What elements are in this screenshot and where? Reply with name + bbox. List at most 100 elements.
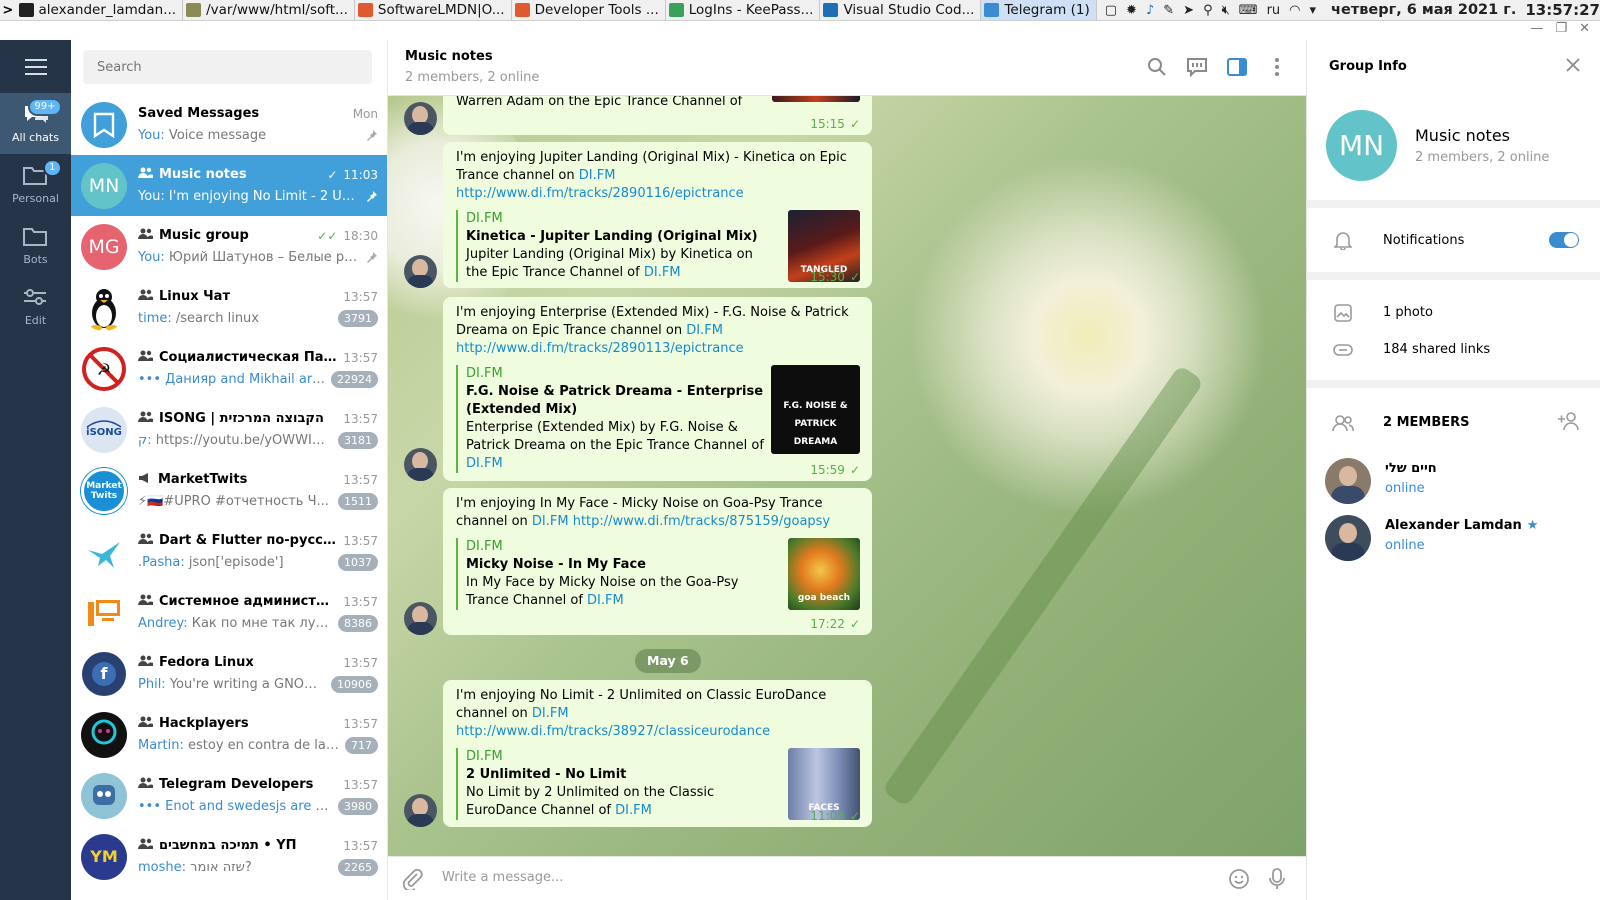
message-bubble[interactable]: I'm enjoying No Limit - 2 Unlimited on C… bbox=[443, 680, 872, 827]
microphone-icon bbox=[1269, 868, 1285, 889]
chat-list-item[interactable]: MN Music notes ✓ 11:03 You: I'm enjoying No … bbox=[71, 155, 387, 216]
language-indicator[interactable]: ru bbox=[1267, 3, 1281, 18]
window-icon[interactable]: ▢ bbox=[1105, 3, 1117, 18]
chat-list-item[interactable]: Dart & Flutter по-русски 13:57 .Pasha: jso… bbox=[71, 521, 387, 582]
links-row[interactable]: 184 shared links bbox=[1307, 331, 1600, 368]
message-bubble[interactable]: I'm enjoying In My Face - Micky Noise on… bbox=[443, 488, 872, 635]
keyboard-icon[interactable]: ⌨ bbox=[1239, 3, 1258, 18]
message-url[interactable]: http://www.di.fm/tracks/875159/goapsy bbox=[573, 514, 830, 529]
chat-list-item[interactable]: Saved Messages Mon You: Voice message bbox=[71, 94, 387, 155]
close-window-icon[interactable]: ✕ bbox=[1579, 21, 1590, 40]
pin-icon[interactable]: ⚲ bbox=[1203, 3, 1213, 18]
chat-list-item[interactable]: Market Twits MarketTwits 13:57 ⚡🇷🇺#UPRO #от… bbox=[71, 460, 387, 521]
minimize-icon[interactable]: — bbox=[1530, 21, 1543, 40]
main-menu-button[interactable] bbox=[0, 40, 71, 93]
taskbar-task[interactable]: Telegram (1) bbox=[981, 0, 1097, 20]
photos-row[interactable]: 1 photo bbox=[1307, 294, 1600, 331]
folder-bots[interactable]: Bots bbox=[0, 215, 71, 276]
folder-all-chats[interactable]: 99+ All chats bbox=[0, 93, 71, 154]
preview-thumbnail[interactable]: goa beach bbox=[788, 538, 860, 610]
message-url[interactable]: http://www.di.fm/tracks/2890116/epictran… bbox=[456, 186, 744, 201]
link-preview[interactable]: DI.FM 2 Unlimited - No Limit No Limit by 2… bbox=[456, 748, 860, 820]
send-icon[interactable]: ➤ bbox=[1183, 3, 1194, 18]
chat-list-item[interactable]: YM תמיכה במחשבים • ΥΠ 13:57 moshe: שזה אומר… bbox=[71, 826, 387, 887]
sender-avatar[interactable] bbox=[404, 794, 437, 827]
emoji-button[interactable] bbox=[1228, 868, 1250, 894]
tray-menu-icon[interactable]: ▾ bbox=[1310, 3, 1317, 18]
search-chat-button[interactable] bbox=[1146, 56, 1168, 78]
folder-label: Edit bbox=[24, 314, 47, 327]
folder-edit[interactable]: Edit bbox=[0, 276, 71, 337]
group-icon bbox=[138, 289, 153, 304]
terminal-prompt-icon[interactable]: > bbox=[0, 3, 16, 18]
taskbar-task[interactable]: Visual Studio Cod... bbox=[820, 0, 982, 20]
chat-time: 13:57 bbox=[343, 716, 378, 731]
link-preview[interactable]: DI.FM Kinetica - Jupiter Landing (Origina… bbox=[456, 210, 860, 282]
chat-list-item[interactable]: Linux Чат 13:57 time: /search linux 3791 bbox=[71, 277, 387, 338]
tiktok-icon[interactable]: ♪ bbox=[1146, 3, 1154, 18]
more-options-button[interactable] bbox=[1266, 56, 1288, 78]
sender-avatar[interactable] bbox=[404, 448, 437, 481]
close-info-button[interactable] bbox=[1565, 57, 1581, 77]
search-input[interactable] bbox=[83, 50, 372, 84]
message-bubble[interactable]: Warren Adam on the Epic Trance Channel o… bbox=[443, 96, 872, 135]
taskbar-task[interactable]: LogIns - KeePass... bbox=[666, 0, 821, 20]
chat-list-item[interactable]: iSONG ISONG | הקבוצה המרכזית 13:57 ק: https… bbox=[71, 399, 387, 460]
sender-avatar[interactable] bbox=[404, 255, 437, 288]
messages-area[interactable]: Warren Adam on the Epic Trance Channel o… bbox=[388, 96, 1306, 856]
chat-list-item[interactable]: Системное администрир... 13:57 Andrey: Как… bbox=[71, 582, 387, 643]
message-link[interactable]: DI.FM bbox=[532, 514, 569, 529]
unread-count-badge: 717 bbox=[345, 737, 378, 754]
chat-title[interactable]: Music notes bbox=[405, 49, 493, 64]
taskbar-task[interactable]: alexander_lamdan... bbox=[16, 0, 184, 20]
taskbar-task[interactable]: /var/www/html/soft... bbox=[183, 0, 355, 20]
link-preview-thumbnail[interactable] bbox=[772, 96, 860, 102]
app-icon bbox=[668, 3, 684, 17]
read-check-icon: ✓ bbox=[849, 117, 860, 131]
folder-personal[interactable]: 1 Personal bbox=[0, 154, 71, 215]
voice-record-button[interactable] bbox=[1268, 868, 1286, 894]
sender-avatar[interactable] bbox=[404, 602, 437, 635]
wifi-icon[interactable]: ◠ bbox=[1289, 3, 1300, 18]
chat-list-item[interactable]: f Fedora Linux 13:57 Phil: You're writing a… bbox=[71, 643, 387, 704]
chat-list-item[interactable]: Hackplayers 13:57 Martin: estoy en contra … bbox=[71, 704, 387, 765]
chat-list-item[interactable]: Telegram Developers 13:57 ••• Enot and swe… bbox=[71, 765, 387, 826]
mute-icon[interactable]: 🔇︎ bbox=[1222, 3, 1230, 18]
chat-name: Социалистическая Парт... bbox=[138, 350, 337, 365]
message-link[interactable]: DI.FM bbox=[532, 706, 569, 721]
bug-icon[interactable]: ✹ bbox=[1126, 3, 1137, 18]
link-preview[interactable]: DI.FM F.G. Noise & Patrick Dreama - Enter… bbox=[456, 365, 860, 473]
preview-thumbnail[interactable]: F.G. NOISE & PATRICK DREAMA bbox=[771, 365, 860, 454]
maximize-icon[interactable]: ❐ bbox=[1555, 21, 1567, 40]
chat-avatar bbox=[81, 711, 127, 758]
add-member-button[interactable] bbox=[1557, 411, 1581, 435]
chat-header[interactable]: Music notes 2 members, 2 online bbox=[388, 40, 1306, 96]
notifications-row[interactable]: Notifications bbox=[1307, 222, 1600, 259]
read-check-icon: ✓ bbox=[849, 809, 860, 823]
notifications-toggle[interactable] bbox=[1549, 232, 1579, 248]
member-row[interactable]: חיים שלי online bbox=[1307, 455, 1600, 512]
message-bubble[interactable]: I'm enjoying Jupiter Landing (Original M… bbox=[443, 142, 872, 288]
message-input[interactable]: Write a message... bbox=[442, 870, 563, 885]
message-link[interactable]: DI.FM bbox=[686, 323, 723, 338]
group-avatar[interactable]: MN bbox=[1326, 110, 1397, 181]
member-status: online bbox=[1385, 538, 1425, 553]
date-separator: May 6 bbox=[635, 649, 701, 673]
toggle-info-panel-button[interactable] bbox=[1226, 56, 1248, 78]
task-label: Telegram (1) bbox=[1004, 2, 1090, 18]
attach-button[interactable] bbox=[402, 868, 424, 894]
message-link[interactable]: DI.FM bbox=[579, 168, 616, 183]
sender-avatar[interactable] bbox=[404, 102, 437, 135]
comments-button[interactable] bbox=[1186, 56, 1208, 78]
message-bubble[interactable]: I'm enjoying Enterprise (Extended Mix) -… bbox=[443, 297, 872, 481]
chat-name: Linux Чат bbox=[138, 289, 337, 304]
member-row[interactable]: Alexander Lamdan ★ online bbox=[1307, 512, 1600, 569]
message-url[interactable]: http://www.di.fm/tracks/2890113/epictran… bbox=[456, 341, 744, 356]
chat-list-item[interactable]: MG Music group ✓✓ 18:30 You: Юрий Шатунов – … bbox=[71, 216, 387, 277]
message-url[interactable]: http://www.di.fm/tracks/38927/classiceur… bbox=[456, 724, 770, 739]
taskbar-task[interactable]: Developer Tools ... bbox=[512, 0, 666, 20]
taskbar-task[interactable]: SoftwareLMDN|O... bbox=[355, 0, 512, 20]
chat-list-item[interactable]: ☭ Социалистическая Парт... 13:57 ••• Данияр… bbox=[71, 338, 387, 399]
link-preview[interactable]: DI.FM Micky Noise - In My Face In My Face … bbox=[456, 538, 860, 610]
feather-icon[interactable]: ✎ bbox=[1163, 3, 1174, 18]
